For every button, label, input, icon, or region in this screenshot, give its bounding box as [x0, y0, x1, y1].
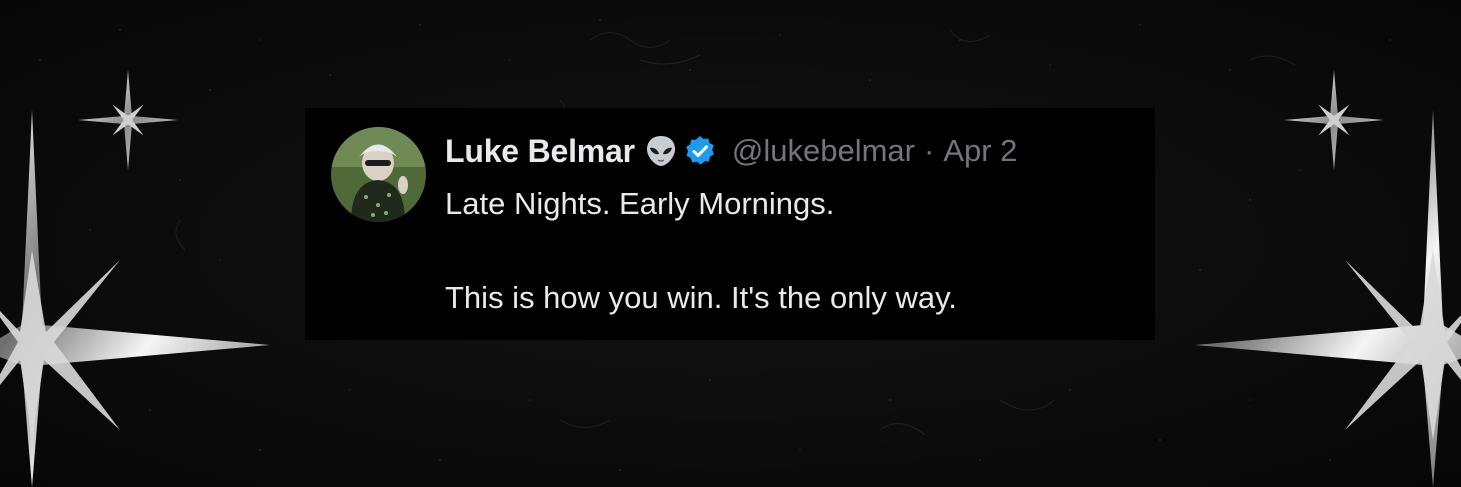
handle[interactable]: @lukebelmar [732, 133, 915, 169]
verified-badge-icon[interactable] [684, 135, 716, 167]
large-sparkle-right-icon [1195, 110, 1461, 487]
tweet-text-line-2: This is how you win. It's the only way. [445, 280, 957, 315]
large-sparkle-left-icon [0, 110, 270, 487]
meta-separator: · [923, 133, 935, 168]
display-name[interactable]: Luke Belmar [445, 133, 635, 170]
alien-emoji-icon [644, 134, 678, 168]
tweet-header: Luke Belmar @lukebelmar · Apr 2 [445, 129, 1017, 173]
tweet-text-line-1: Late Nights. Early Mornings. [445, 186, 835, 221]
tweet-date[interactable]: Apr 2 [943, 133, 1017, 169]
banner-canvas: Luke Belmar @lukebelmar · Apr 2 Late Nig… [0, 0, 1461, 487]
avatar[interactable] [331, 127, 426, 222]
avatar-image [331, 127, 426, 222]
